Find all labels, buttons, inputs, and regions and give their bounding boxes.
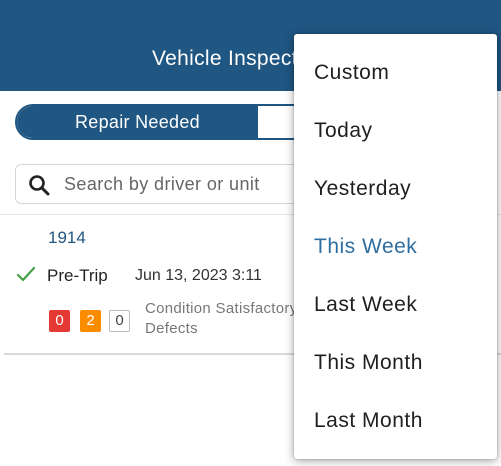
menu-item-this-month[interactable]: This Month xyxy=(314,351,423,375)
menu-item-custom[interactable]: Custom xyxy=(314,61,389,85)
date-range-dropdown: Custom Today Yesterday This Week Last We… xyxy=(294,34,497,459)
menu-item-last-week[interactable]: Last Week xyxy=(314,293,417,317)
menu-item-yesterday[interactable]: Yesterday xyxy=(314,177,411,201)
tab-repair-needed[interactable]: Repair Needed xyxy=(17,106,258,138)
inspection-datetime: Jun 13, 2023 3:11 xyxy=(135,267,262,284)
defect-count-badge-gray: 0 xyxy=(109,310,130,332)
menu-item-today[interactable]: Today xyxy=(314,119,373,143)
menu-item-last-month[interactable]: Last Month xyxy=(314,409,423,433)
condition-line-1: Condition Satisfactory xyxy=(145,300,298,317)
vehicle-id-link[interactable]: 1914 xyxy=(48,228,86,248)
condition-line-2: Defects xyxy=(145,320,198,337)
trip-type: Pre-Trip xyxy=(47,266,108,285)
condition-status: Condition Satisfactory Defects xyxy=(145,299,298,339)
search-icon xyxy=(28,174,50,196)
defect-count-badge-orange: 2 xyxy=(80,310,101,332)
menu-item-this-week[interactable]: This Week xyxy=(314,235,417,259)
check-icon xyxy=(16,266,36,284)
defect-count-badge-red: 0 xyxy=(49,310,70,332)
